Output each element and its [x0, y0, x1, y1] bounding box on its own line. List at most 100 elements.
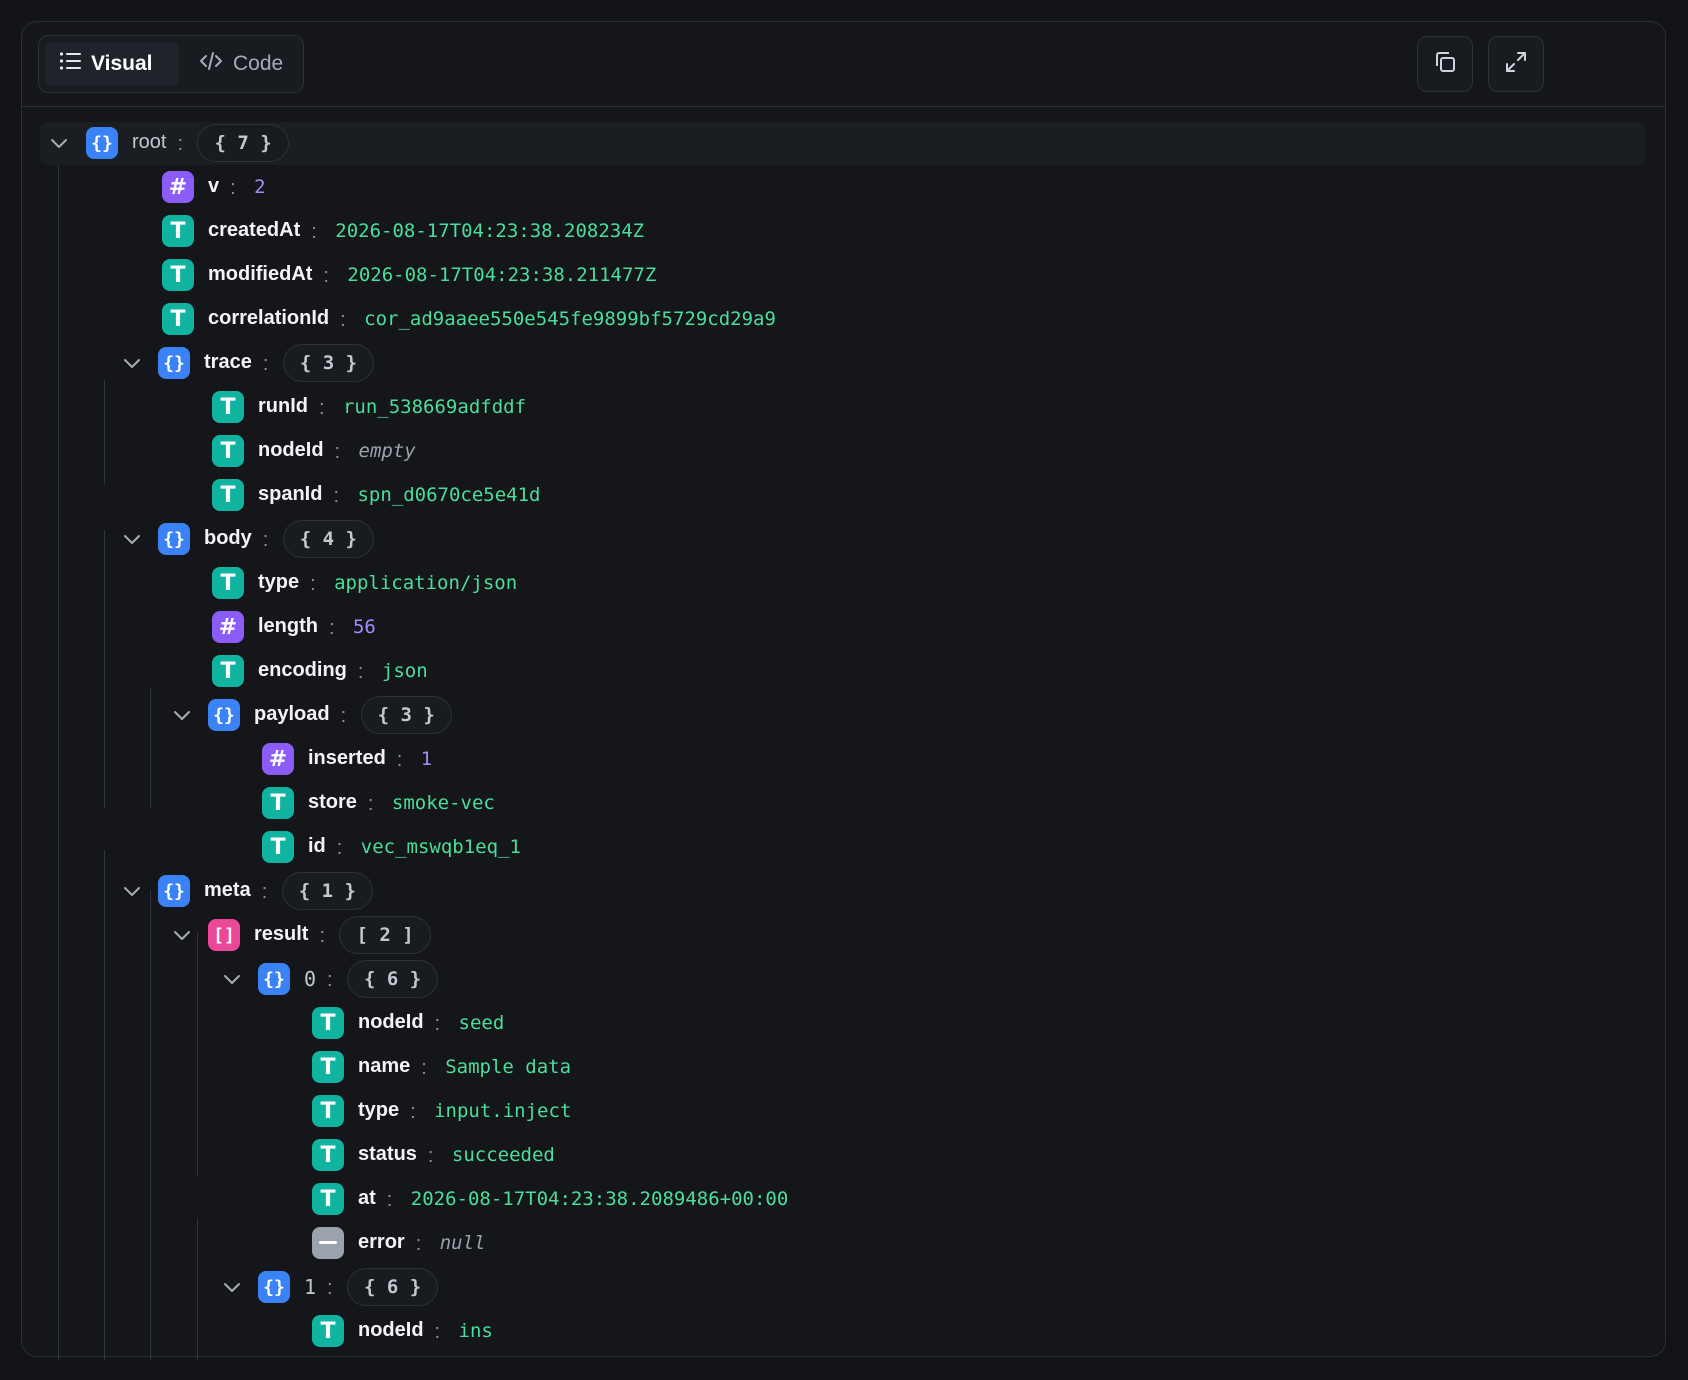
tree-leaf: TcreatedAt:2026-08-17T04:23:38.208234Z	[0, 209, 1688, 253]
tree-node[interactable]: {} body: { 4 }	[0, 517, 1688, 561]
code-tab-label: Code	[233, 52, 284, 75]
toolbar: Visual Code	[22, 22, 1665, 107]
child-count-badge: [ 2 ]	[339, 916, 431, 954]
colon-separator: :	[261, 881, 268, 903]
value-text: succeeded	[451, 1144, 555, 1166]
tree-leaf: Ttype: application/json	[0, 561, 1688, 605]
value-text: spn_d0670ce5e41d	[357, 484, 541, 506]
key-label: length	[258, 615, 318, 637]
string-type-icon: T	[312, 1315, 344, 1347]
chevron-down-icon[interactable]	[119, 350, 145, 376]
chevron-down-icon[interactable]	[169, 922, 195, 948]
code-tab[interactable]: Code	[185, 42, 299, 86]
colon-separator: :	[334, 441, 341, 463]
key-label: createdAt	[208, 219, 301, 241]
value-text: 1	[420, 748, 433, 770]
string-type-icon: T	[312, 1139, 344, 1171]
tree-leaf: TmodifiedAt:2026-08-17T04:23:38.211477Z	[0, 253, 1688, 297]
colon-separator: :	[311, 221, 317, 243]
colon-separator: :	[367, 793, 374, 815]
colon-separator: :	[327, 1277, 333, 1299]
tree-leaf: Tid: vec_mswqb1eq_1	[0, 825, 1688, 869]
visual-tab[interactable]: Visual	[45, 42, 179, 86]
list-icon	[59, 51, 81, 77]
child-count-badge: { 1 }	[281, 872, 373, 910]
key-label: nodeId	[358, 1319, 424, 1341]
value-text: 2026-08-17T04:23:38.211477Z	[347, 264, 657, 286]
chevron-down-icon[interactable]	[119, 878, 145, 904]
copy-button[interactable]	[1417, 36, 1473, 92]
string-type-icon: T	[312, 1007, 344, 1039]
colon-separator: :	[415, 1233, 422, 1255]
key-label: body	[204, 527, 252, 549]
tree-node[interactable]: [] result: [ 2 ]	[0, 913, 1688, 957]
value-text: vec_mswqb1eq_1	[360, 836, 521, 858]
chevron-down-icon[interactable]	[219, 1274, 245, 1300]
expand-icon	[1504, 50, 1528, 79]
tree-leaf: Tname: Sample data	[0, 1045, 1688, 1089]
child-count-badge: { 6 }	[347, 960, 439, 998]
chevron-down-icon[interactable]	[219, 966, 245, 992]
colon-separator: :	[357, 661, 364, 683]
tree-node[interactable]: {} payload: { 3 }	[0, 693, 1688, 737]
string-type-icon: T	[262, 787, 294, 819]
indent-guide-root	[58, 166, 59, 1360]
code-icon	[199, 51, 223, 77]
number-type-icon: #	[262, 743, 294, 775]
tree-node[interactable]: {} root: { 7 }	[0, 121, 1688, 165]
indent-guide-meta	[104, 850, 105, 1360]
colon-separator: :	[333, 485, 340, 507]
colon-separator: :	[386, 1189, 393, 1211]
value-text: 2026-08-17T04:23:38.208234Z	[335, 220, 645, 242]
tree-leaf: Tencoding: json	[0, 649, 1688, 693]
object-type-icon: {}	[258, 963, 290, 995]
key-label: error	[358, 1231, 405, 1253]
chevron-down-icon[interactable]	[169, 702, 195, 728]
value-text: smoke-vec	[391, 792, 495, 814]
string-type-icon: T	[212, 479, 244, 511]
tree-node[interactable]: {} trace: { 3 }	[0, 341, 1688, 385]
colon-separator: :	[323, 265, 329, 287]
colon-separator: :	[434, 1013, 441, 1035]
colon-separator: :	[328, 617, 335, 639]
indent-guide-item1	[197, 1218, 198, 1360]
value-text: Sample data	[445, 1056, 572, 1078]
tree-leaf: Tat:2026-08-17T04:23:38.2089486+00:00	[0, 1177, 1688, 1221]
tree-leaf: # length:56	[0, 605, 1688, 649]
value-text: 2	[254, 176, 266, 198]
colon-separator: :	[318, 397, 325, 419]
chevron-down-icon[interactable]	[46, 130, 72, 156]
value-text: 2026-08-17T04:23:38.2089486+00:00	[410, 1188, 789, 1210]
colon-separator: :	[262, 529, 269, 551]
object-type-icon: {}	[208, 699, 240, 731]
key-label: 0	[304, 967, 317, 991]
tree-leaf: Tstatus: succeeded	[0, 1133, 1688, 1177]
tree-leaf: Ttype: input.inject	[0, 1089, 1688, 1133]
string-type-icon: T	[312, 1051, 344, 1083]
number-type-icon: #	[212, 611, 244, 643]
tree-node[interactable]: {} 1: { 6 }	[0, 1265, 1688, 1309]
tree-leaf: TspanId: spn_d0670ce5e41d	[0, 473, 1688, 517]
string-type-icon: T	[312, 1095, 344, 1127]
expand-button[interactable]	[1488, 36, 1544, 92]
indent-guide-result	[150, 890, 151, 1360]
chevron-down-icon[interactable]	[119, 526, 145, 552]
key-label: modifiedAt	[208, 263, 313, 285]
child-count-badge: { 3 }	[360, 696, 452, 734]
value-text: json	[381, 660, 428, 682]
child-count-badge: { 4 }	[282, 520, 374, 558]
tree-leaf: TrunId: run_538669adfddf	[0, 385, 1688, 429]
tree-leaf: # inserted:1	[0, 737, 1688, 781]
object-type-icon: {}	[258, 1271, 290, 1303]
string-type-icon: T	[162, 303, 194, 335]
colon-separator: :	[396, 749, 403, 771]
key-label: id	[308, 835, 326, 857]
tree-node[interactable]: {} 0: { 6 }	[0, 957, 1688, 1001]
key-label: meta	[204, 879, 251, 901]
key-label: root	[132, 131, 167, 153]
visual-tab-label: Visual	[91, 52, 153, 75]
string-type-icon: T	[162, 259, 194, 291]
tree-node[interactable]: {} meta: { 1 }	[0, 869, 1688, 913]
object-type-icon: {}	[158, 347, 190, 379]
string-type-icon: T	[212, 655, 244, 687]
